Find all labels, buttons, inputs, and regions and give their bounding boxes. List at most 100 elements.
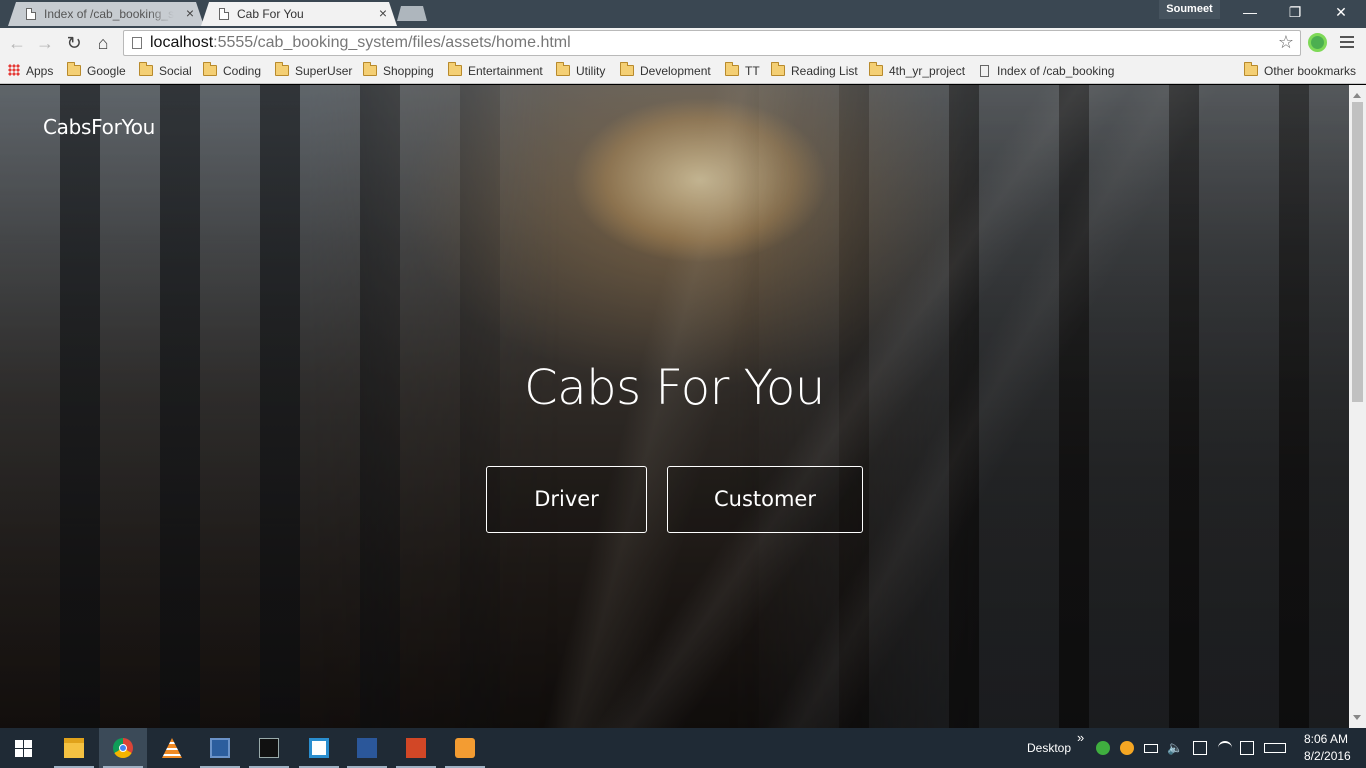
bookmark-tt[interactable]: TT bbox=[725, 62, 760, 79]
command-prompt-icon bbox=[259, 738, 279, 758]
wifi-icon[interactable] bbox=[1218, 741, 1232, 755]
hero-title: Cabs For You bbox=[524, 360, 825, 416]
tab-index-of-cab-booking[interactable]: Index of /cab_booking_sys × bbox=[8, 2, 204, 26]
tab-close-icon[interactable]: × bbox=[379, 5, 387, 21]
word-icon bbox=[357, 738, 377, 758]
taskbar-chrome[interactable] bbox=[99, 728, 147, 768]
taskbar-media-player[interactable] bbox=[441, 728, 489, 768]
page-viewport: CabsForYou Cabs For You Driver Customer bbox=[0, 85, 1349, 728]
bookmark-coding[interactable]: Coding bbox=[203, 62, 262, 79]
address-url[interactable]: localhost:5555/cab_booking_system/files/… bbox=[150, 34, 571, 52]
chrome-menu-icon[interactable] bbox=[1340, 36, 1354, 49]
virtualbox-icon bbox=[210, 738, 230, 758]
bookmark-4th-yr-project[interactable]: 4th_yr_project bbox=[869, 62, 965, 79]
bookmark-social[interactable]: Social bbox=[139, 62, 192, 79]
chrome-icon bbox=[113, 738, 133, 758]
volume-icon[interactable]: 🔈 bbox=[1167, 741, 1183, 755]
scroll-up-icon[interactable] bbox=[1353, 93, 1361, 98]
folder-icon bbox=[725, 62, 739, 76]
clock-date[interactable]: 8/2/2016 bbox=[1304, 749, 1351, 763]
reload-icon[interactable]: ↻ bbox=[63, 32, 85, 54]
folder-icon bbox=[771, 62, 785, 76]
bookmark-other-bookmarks[interactable]: Other bookmarks bbox=[1244, 62, 1357, 79]
bookmark-label: Utility bbox=[576, 64, 606, 78]
folder-icon bbox=[203, 62, 217, 76]
bookmark-index-of-cab-booking[interactable]: Index of /cab_booking bbox=[980, 63, 1115, 79]
folder-icon bbox=[869, 62, 883, 76]
forward-arrow-icon[interactable]: → bbox=[34, 32, 56, 54]
profile-button[interactable]: Soumeet bbox=[1159, 0, 1220, 19]
brackets-icon bbox=[309, 738, 329, 758]
tab-cab-for-you[interactable]: Cab For You × bbox=[201, 2, 397, 26]
home-icon[interactable]: ⌂ bbox=[92, 32, 114, 54]
windows-taskbar: Desktop » 🔈 8:06 AM 8/2/2016 bbox=[0, 728, 1366, 768]
bookmark-apps[interactable]: Apps bbox=[8, 63, 53, 79]
customer-button[interactable]: Customer bbox=[667, 466, 863, 533]
battery-icon[interactable] bbox=[1144, 744, 1158, 753]
taskbar-virtualbox[interactable] bbox=[196, 728, 244, 768]
scrollbar-thumb[interactable] bbox=[1352, 102, 1363, 402]
taskbar-command-prompt[interactable] bbox=[245, 728, 293, 768]
folder-icon bbox=[139, 62, 153, 76]
bookmark-star-icon[interactable]: ☆ bbox=[1278, 32, 1294, 53]
url-path: :5555/cab_booking_system/files/assets/ho… bbox=[213, 34, 571, 51]
powerpoint-icon bbox=[406, 738, 426, 758]
page-favicon-icon bbox=[219, 8, 229, 20]
browser-toolbar: ← → ↻ ⌂ localhost:5555/cab_booking_syste… bbox=[0, 28, 1366, 58]
bookmark-label: TT bbox=[745, 64, 760, 78]
address-bar[interactable]: localhost:5555/cab_booking_system/files/… bbox=[123, 30, 1301, 56]
close-window-icon[interactable]: ✕ bbox=[1318, 0, 1364, 24]
bookmark-label: Entertainment bbox=[468, 64, 543, 78]
bookmark-google[interactable]: Google bbox=[67, 62, 126, 79]
clock-time[interactable]: 8:06 AM bbox=[1304, 732, 1348, 746]
restore-icon[interactable]: ❐ bbox=[1272, 0, 1318, 24]
keyboard-icon[interactable] bbox=[1264, 743, 1286, 753]
network-app-icon[interactable] bbox=[1096, 741, 1110, 755]
folder-icon bbox=[67, 62, 81, 76]
bookmark-utility[interactable]: Utility bbox=[556, 62, 606, 79]
folder-icon bbox=[1244, 62, 1258, 76]
page-scrollbar[interactable] bbox=[1349, 85, 1366, 728]
bookmark-label: SuperUser bbox=[295, 64, 353, 78]
device-icon[interactable] bbox=[1193, 741, 1207, 755]
new-tab-button[interactable] bbox=[397, 6, 427, 21]
bookmark-entertainment[interactable]: Entertainment bbox=[448, 62, 543, 79]
folder-icon bbox=[275, 62, 289, 76]
windows-start-icon[interactable] bbox=[15, 740, 32, 757]
bookmark-label: Google bbox=[87, 64, 126, 78]
folder-icon bbox=[620, 62, 634, 76]
bookmark-label: Development bbox=[640, 64, 711, 78]
bookmark-reading-list[interactable]: Reading List bbox=[771, 62, 858, 79]
action-center-icon[interactable] bbox=[1240, 741, 1254, 755]
bookmark-label: Coding bbox=[223, 64, 262, 78]
minimize-icon[interactable]: — bbox=[1227, 0, 1273, 24]
folder-icon bbox=[556, 62, 570, 76]
page-icon bbox=[980, 65, 989, 77]
bookmark-shopping[interactable]: Shopping bbox=[363, 62, 434, 79]
bookmark-development[interactable]: Development bbox=[620, 62, 711, 79]
bookmarks-bar: Apps Google Social Coding SuperUser Shop… bbox=[0, 58, 1366, 84]
tab-close-icon[interactable]: × bbox=[186, 5, 194, 21]
desktop-toolbar-label[interactable]: Desktop bbox=[1027, 741, 1071, 755]
folder-icon bbox=[448, 62, 462, 76]
driver-button[interactable]: Driver bbox=[486, 466, 647, 533]
bookmark-label: Reading List bbox=[791, 64, 858, 78]
taskbar-file-explorer[interactable] bbox=[50, 728, 98, 768]
scroll-down-icon[interactable] bbox=[1353, 715, 1361, 720]
brand-logo-link[interactable]: CabsForYou bbox=[43, 115, 155, 139]
taskbar-brackets[interactable] bbox=[295, 728, 343, 768]
taskbar-powerpoint[interactable] bbox=[392, 728, 440, 768]
taskbar-word[interactable] bbox=[343, 728, 391, 768]
back-arrow-icon[interactable]: ← bbox=[6, 32, 28, 54]
bookmark-label: Other bookmarks bbox=[1264, 64, 1357, 78]
avast-icon[interactable] bbox=[1120, 741, 1134, 755]
bookmark-superuser[interactable]: SuperUser bbox=[275, 62, 353, 79]
chevron-icon[interactable]: » bbox=[1077, 730, 1084, 745]
bookmark-label: Social bbox=[159, 64, 192, 78]
tab-title: Cab For You bbox=[237, 7, 304, 21]
page-info-icon[interactable] bbox=[132, 37, 142, 49]
taskbar-vlc[interactable] bbox=[148, 728, 196, 768]
tab-title: Index of /cab_booking_sys bbox=[44, 7, 174, 21]
extension-icon[interactable] bbox=[1308, 33, 1327, 52]
url-host: localhost bbox=[150, 34, 214, 51]
